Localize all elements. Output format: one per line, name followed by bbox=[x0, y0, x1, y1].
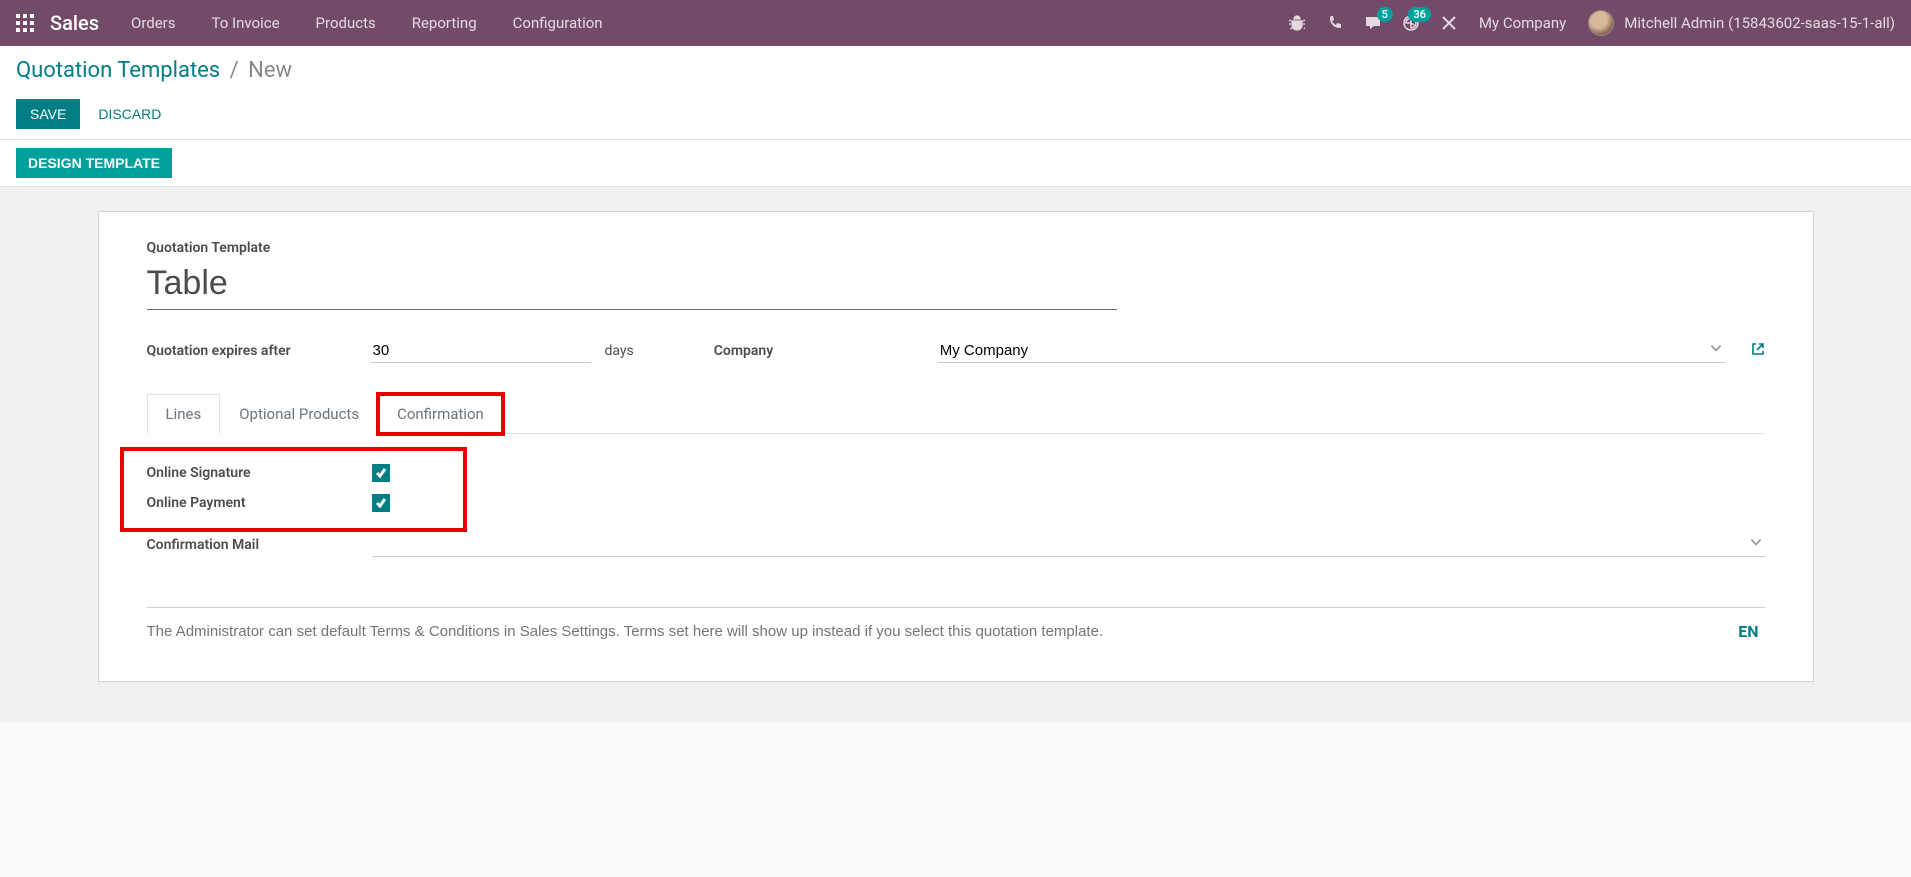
title-label: Quotation Template bbox=[147, 240, 1765, 256]
external-link-icon[interactable] bbox=[1751, 342, 1765, 360]
breadcrumb-current: New bbox=[248, 58, 292, 83]
breadcrumb-sep: / bbox=[230, 58, 239, 83]
design-template-button[interactable]: Design Template bbox=[16, 148, 172, 178]
company-input[interactable] bbox=[940, 342, 1709, 359]
bug-icon[interactable] bbox=[1289, 15, 1305, 31]
avatar bbox=[1588, 10, 1614, 36]
user-menu[interactable]: Mitchell Admin (15843602-saas-15-1-all) bbox=[1588, 10, 1895, 36]
template-name-input[interactable] bbox=[147, 262, 1117, 310]
online-payment-checkbox[interactable] bbox=[372, 494, 390, 512]
statusbar: Design Template bbox=[0, 140, 1911, 187]
confirmation-mail-input[interactable] bbox=[374, 536, 1749, 553]
control-panel: Quotation Templates / New Save Discard bbox=[0, 46, 1911, 140]
nav-products[interactable]: Products bbox=[316, 14, 376, 32]
chevron-down-icon[interactable] bbox=[1749, 535, 1763, 553]
tab-content-confirmation: Online Signature Online Payment Confirma… bbox=[147, 434, 1765, 645]
expires-input[interactable] bbox=[371, 339, 591, 363]
tab-confirmation[interactable]: Confirmation bbox=[378, 394, 503, 434]
company-label: Company bbox=[714, 343, 924, 359]
form-sheet: Quotation Template Quotation expires aft… bbox=[98, 211, 1814, 682]
phone-icon[interactable] bbox=[1327, 15, 1343, 31]
messages-badge: 5 bbox=[1377, 7, 1393, 22]
apps-icon[interactable] bbox=[16, 14, 34, 32]
tab-bar: Lines Optional Products Confirmation bbox=[147, 393, 1765, 434]
online-payment-label: Online Payment bbox=[147, 495, 372, 511]
online-signature-checkbox[interactable] bbox=[372, 464, 390, 482]
tools-icon[interactable] bbox=[1441, 15, 1457, 31]
discard-button[interactable]: Discard bbox=[98, 106, 161, 122]
app-brand[interactable]: Sales bbox=[50, 11, 99, 35]
navbar: Sales Orders To Invoice Products Reporti… bbox=[0, 0, 1911, 46]
save-button[interactable]: Save bbox=[16, 99, 80, 129]
confirmation-mail-label: Confirmation Mail bbox=[147, 537, 372, 553]
expires-label: Quotation expires after bbox=[147, 343, 357, 359]
nav-menu: Orders To Invoice Products Reporting Con… bbox=[131, 14, 603, 32]
breadcrumb: Quotation Templates / New bbox=[16, 58, 1895, 83]
messages-icon[interactable]: 5 bbox=[1365, 15, 1381, 31]
online-signature-label: Online Signature bbox=[147, 465, 372, 481]
activities-icon[interactable]: 36 bbox=[1403, 15, 1419, 31]
systray: 5 36 My Company Mitchell Admin (15843602… bbox=[1289, 10, 1895, 36]
username: Mitchell Admin (15843602-saas-15-1-all) bbox=[1624, 14, 1895, 32]
nav-reporting[interactable]: Reporting bbox=[412, 14, 477, 32]
tab-lines[interactable]: Lines bbox=[147, 394, 221, 434]
notebook: Lines Optional Products Confirmation Onl… bbox=[147, 393, 1765, 645]
terms-input[interactable] bbox=[147, 623, 1733, 640]
expires-unit: days bbox=[605, 343, 634, 359]
nav-to-invoice[interactable]: To Invoice bbox=[212, 14, 280, 32]
breadcrumb-parent[interactable]: Quotation Templates bbox=[16, 58, 220, 83]
nav-configuration[interactable]: Configuration bbox=[513, 14, 603, 32]
nav-orders[interactable]: Orders bbox=[131, 14, 176, 32]
tab-optional-products[interactable]: Optional Products bbox=[220, 394, 378, 434]
activities-badge: 36 bbox=[1408, 7, 1431, 22]
language-button[interactable]: EN bbox=[1732, 618, 1764, 645]
sheet-background: Quotation Template Quotation expires aft… bbox=[0, 187, 1911, 722]
chevron-down-icon[interactable] bbox=[1709, 341, 1723, 359]
company-switcher[interactable]: My Company bbox=[1479, 14, 1566, 32]
